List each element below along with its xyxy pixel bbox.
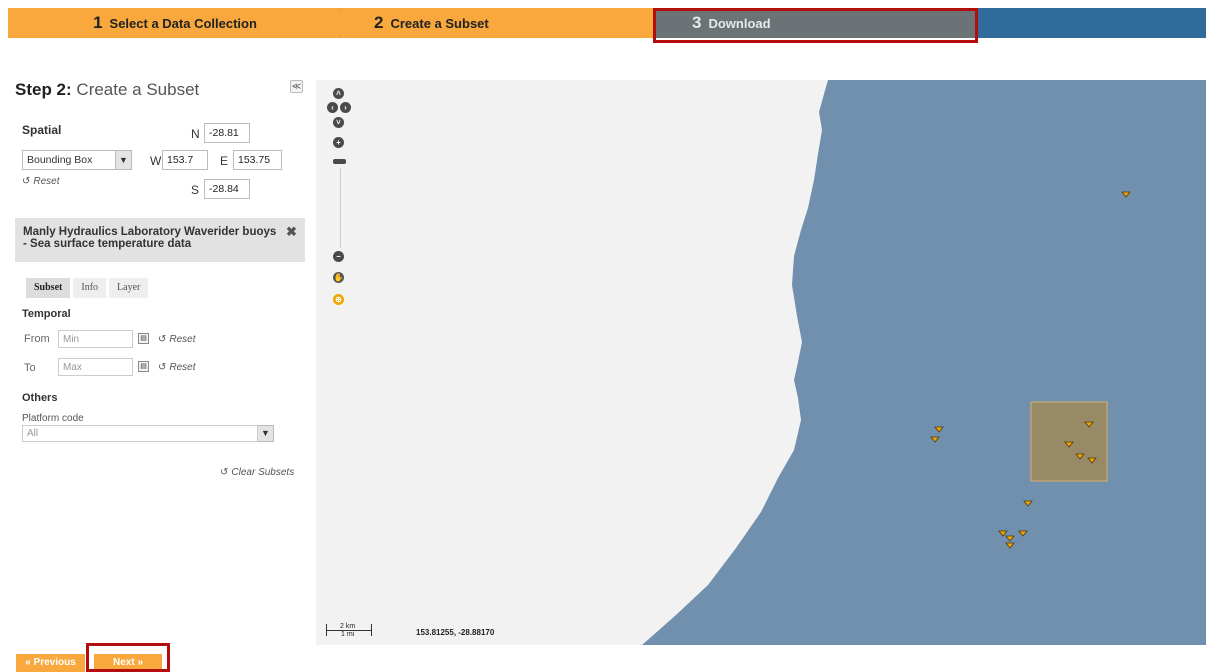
scale-km: 2 km xyxy=(340,623,356,630)
others-label: Others xyxy=(22,392,58,404)
chevron-down-icon[interactable]: ▼ xyxy=(116,150,132,170)
zoom-slider[interactable] xyxy=(340,168,341,248)
step-2-label: Create a Subset xyxy=(390,15,489,31)
zoom-in-icon[interactable]: + xyxy=(333,137,344,148)
bounding-box-area xyxy=(1030,401,1108,482)
reset-icon: ↺ xyxy=(220,467,229,478)
step-3-number: 3 xyxy=(692,13,702,32)
step-3-label: Download xyxy=(708,15,771,31)
tab-subset[interactable]: Subset xyxy=(26,278,71,298)
tab-info[interactable]: Info xyxy=(73,278,107,298)
layer-title: Manly Hydraulics Laboratory Waverider bu… xyxy=(23,226,277,250)
calendar-icon[interactable]: ▤ xyxy=(138,361,149,372)
map-canvas xyxy=(642,80,1206,645)
calendar-icon[interactable]: ▤ xyxy=(138,333,149,344)
hand-icon[interactable]: ✋ xyxy=(333,272,344,283)
step-2-create-subset[interactable]: 2 Create a Subset xyxy=(342,8,655,38)
north-field[interactable]: -28.81 xyxy=(204,123,250,143)
mouse-coordinates: 153.81255, -28.88170 xyxy=(416,628,495,637)
east-label: E xyxy=(220,154,229,168)
scale-mi: 1 mi xyxy=(341,631,355,638)
zoom-out-icon[interactable]: − xyxy=(333,251,344,262)
step-bar: 1 Select a Data Collection 2 Create a Su… xyxy=(0,0,1206,45)
spatial-mode-value: Bounding Box xyxy=(22,150,116,170)
page-title-step: Step 2: xyxy=(15,80,72,99)
pan-right-icon[interactable]: › xyxy=(340,102,351,113)
platform-code-select[interactable]: All ▼ xyxy=(22,425,274,442)
previous-button[interactable]: « Previous xyxy=(16,654,85,672)
south-label: S xyxy=(191,183,200,197)
to-reset-label: Reset xyxy=(169,362,196,373)
from-reset-label: Reset xyxy=(169,334,196,345)
platform-code-label: Platform code xyxy=(22,413,84,424)
page-title: Step 2: Create a Subset xyxy=(15,80,199,100)
close-icon[interactable]: ✖ xyxy=(286,224,297,240)
map-view[interactable] xyxy=(316,80,1206,645)
pan-up-icon[interactable]: ˄ xyxy=(333,88,344,99)
east-field[interactable]: 153.75 xyxy=(233,150,282,170)
step-1-select-collection[interactable]: 1 Select a Data Collection xyxy=(8,8,346,38)
layer-header: Manly Hydraulics Laboratory Waverider bu… xyxy=(15,218,305,262)
spatial-label: Spatial xyxy=(22,123,62,137)
to-label: To xyxy=(24,362,36,374)
from-date-field[interactable]: Min xyxy=(58,330,133,348)
south-field[interactable]: -28.84 xyxy=(204,179,250,199)
pan-left-icon[interactable]: ‹ xyxy=(327,102,338,113)
zoom-box-icon[interactable]: ⊕ xyxy=(333,294,344,305)
subset-tabs: Subset Info Layer xyxy=(26,278,149,298)
reset-icon: ↺ xyxy=(22,176,31,187)
step-3-download[interactable]: 3 Download xyxy=(655,8,978,38)
reset-icon: ↺ xyxy=(158,362,167,373)
from-label: From xyxy=(24,333,50,345)
tab-layer[interactable]: Layer xyxy=(109,278,149,298)
chevron-down-icon[interactable]: ▼ xyxy=(258,425,274,442)
west-label: W xyxy=(150,154,162,168)
to-date-field[interactable]: Max xyxy=(58,358,133,376)
pan-down-icon[interactable]: ˅ xyxy=(333,117,344,128)
sea-area xyxy=(642,80,1206,645)
to-reset-link[interactable]: ↺ Reset xyxy=(158,362,196,373)
clear-subsets-label: Clear Subsets xyxy=(231,467,295,478)
west-field[interactable]: 153.7 xyxy=(162,150,208,170)
spatial-mode-select[interactable]: Bounding Box ▼ xyxy=(22,150,132,170)
temporal-label: Temporal xyxy=(22,308,71,320)
from-reset-link[interactable]: ↺ Reset xyxy=(158,334,196,345)
north-label: N xyxy=(191,127,200,141)
next-button[interactable]: Next » xyxy=(94,654,162,672)
step-1-number: 1 xyxy=(93,13,103,32)
page-title-text: Create a Subset xyxy=(71,80,200,99)
spatial-reset-label: Reset xyxy=(33,176,60,187)
platform-code-value: All xyxy=(22,425,258,442)
step-1-label: Select a Data Collection xyxy=(109,15,257,31)
spatial-reset-link[interactable]: ↺ Reset xyxy=(22,176,60,187)
step-bar-filler xyxy=(978,8,1206,38)
collapse-panel-button[interactable]: ≪ xyxy=(290,80,303,93)
reset-icon: ↺ xyxy=(158,334,167,345)
clear-subsets-link[interactable]: ↺ Clear Subsets xyxy=(220,467,294,478)
zoom-level-handle[interactable] xyxy=(333,159,346,164)
step-2-number: 2 xyxy=(374,13,384,32)
